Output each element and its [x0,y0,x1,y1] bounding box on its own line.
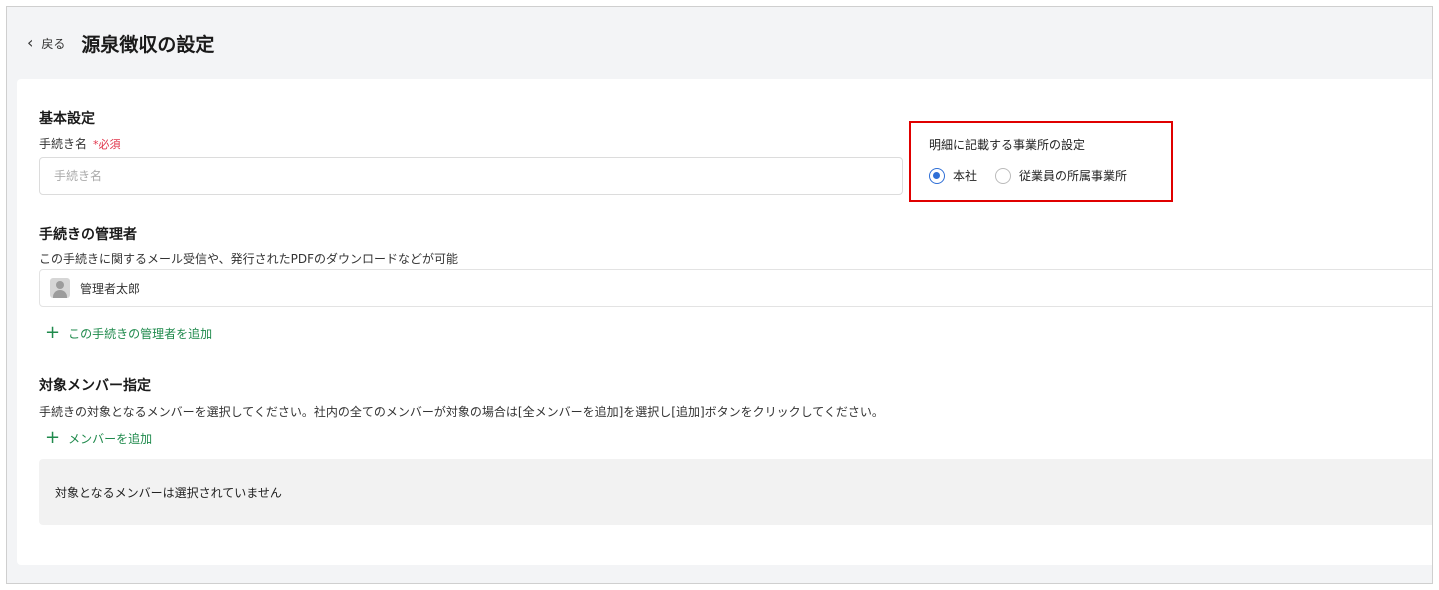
members-empty-state: 対象となるメンバーは選択されていません [39,459,1432,525]
managers-heading: 手続きの管理者 [39,227,137,243]
chevron-left-icon: ‹ [27,33,34,52]
office-setting-title: 明細に記載する事業所の設定 [929,138,1086,152]
members-description: 手続きの対象となるメンバーを選択してください。社内の全てのメンバーが対象の場合は… [39,405,884,419]
add-manager-label: この手続きの管理者を追加 [68,326,213,341]
back-button[interactable]: ‹ 戻る [27,35,65,52]
procedure-name-label: 手続き名 *必須 [39,135,121,152]
add-member-label: メンバーを追加 [68,431,153,446]
manager-name: 管理者太郎 [80,281,141,296]
radio-head-office[interactable] [929,167,945,184]
manager-item: 管理者太郎 [39,269,1432,307]
radio-employee-office-label[interactable]: 従業員の所属事業所 [1019,167,1127,184]
office-radio-group: 本社 従業員の所属事業所 [929,167,1145,184]
plus-icon: + [45,322,61,343]
plus-icon: + [45,427,61,448]
user-avatar-icon [50,278,70,298]
managers-description: この手続きに関するメール受信や、発行されたPDFのダウンロードなどが可能 [39,252,459,266]
back-label: 戻る [41,36,66,51]
required-mark: *必須 [93,138,121,151]
add-member-button[interactable]: + メンバーを追加 [45,429,152,447]
procedure-name-label-text: 手続き名 [39,137,88,151]
settings-card: 基本設定 手続き名*必須 明細に記載する事業所の設定 本社 従業員の所属事業所 … [17,79,1432,565]
app-frame: ‹ 戻る 源泉徴収の設定 基本設定 手続き名 *必須 明細に記載する事業所の設定 … [6,6,1433,584]
procedure-name-input[interactable] [39,157,903,195]
basic-settings-heading: 基本設定 [39,111,95,127]
add-manager-button[interactable]: + この手続きの管理者を追加 [45,324,212,342]
members-empty-text: 対象となるメンバーは選択されていません [55,485,282,500]
top-bar: ‹ 戻る 源泉徴収の設定 [7,7,1432,79]
page-title: 源泉徴収の設定 [81,33,215,56]
radio-head-office-label[interactable]: 本社 [953,167,977,184]
office-setting-group: 明細に記載する事業所の設定 本社 従業員の所属事業所 [909,121,1173,202]
radio-employee-office[interactable] [995,167,1012,184]
members-heading: 対象メンバー指定 [39,378,151,394]
